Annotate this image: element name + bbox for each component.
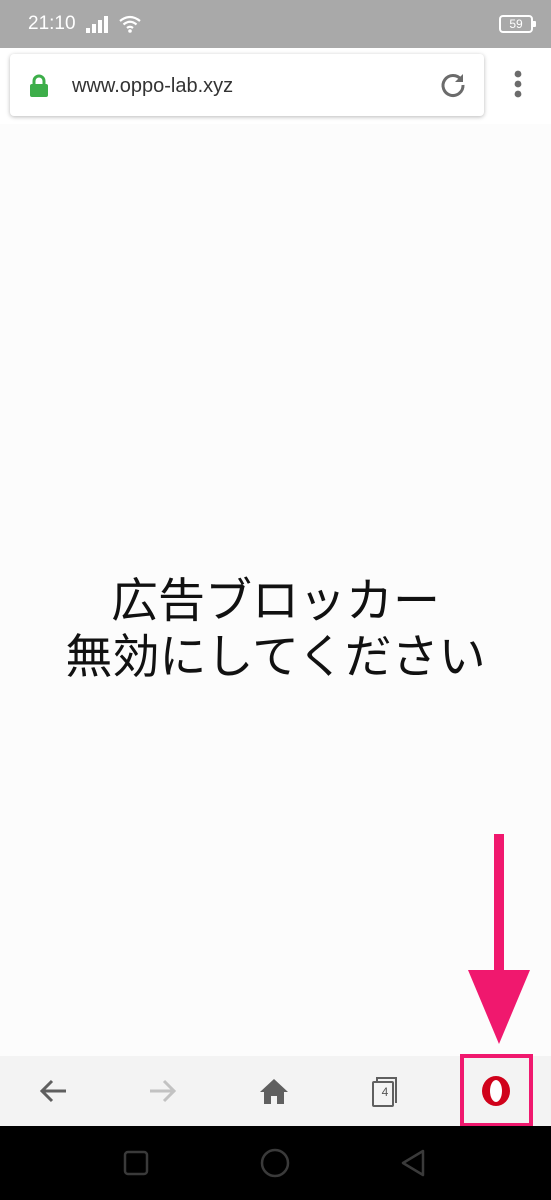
tabs-button[interactable]: 4: [355, 1056, 415, 1126]
recents-icon[interactable]: [119, 1146, 153, 1180]
battery-level: 59: [509, 17, 523, 31]
adblock-message: 広告ブロッカー 無効にしてください: [0, 574, 551, 686]
tabs-count: 4: [381, 1085, 389, 1099]
tabs-icon: 4: [372, 1076, 398, 1107]
overflow-menu-icon[interactable]: [504, 68, 532, 104]
wifi-icon: [118, 15, 141, 33]
annotation-arrow: [468, 834, 530, 1044]
browser-toolbar: www.oppo-lab.xyz: [0, 48, 551, 124]
message-line-1: 広告ブロッカー: [111, 574, 440, 629]
home-icon: [260, 1079, 288, 1104]
status-bar: 21:10 59: [0, 0, 551, 48]
arrow-right-icon: [150, 1079, 177, 1103]
annotation-highlight-box: [460, 1054, 533, 1127]
home-circle-icon[interactable]: [258, 1146, 292, 1180]
reload-icon[interactable]: [439, 71, 467, 99]
forward-button[interactable]: [133, 1056, 193, 1126]
status-time: 21:10: [28, 13, 76, 34]
back-triangle-icon[interactable]: [396, 1146, 430, 1180]
back-button[interactable]: [23, 1056, 83, 1126]
url-text[interactable]: www.oppo-lab.xyz: [72, 74, 233, 98]
home-button[interactable]: [244, 1056, 304, 1126]
system-navigation-bar: [0, 1126, 551, 1200]
arrow-left-icon: [39, 1079, 66, 1103]
message-line-2: 無効にしてください: [65, 630, 486, 685]
battery-icon: 59: [499, 15, 536, 33]
signal-icon: [85, 16, 108, 33]
lock-icon: [30, 74, 48, 97]
address-bar[interactable]: www.oppo-lab.xyz: [10, 54, 484, 116]
